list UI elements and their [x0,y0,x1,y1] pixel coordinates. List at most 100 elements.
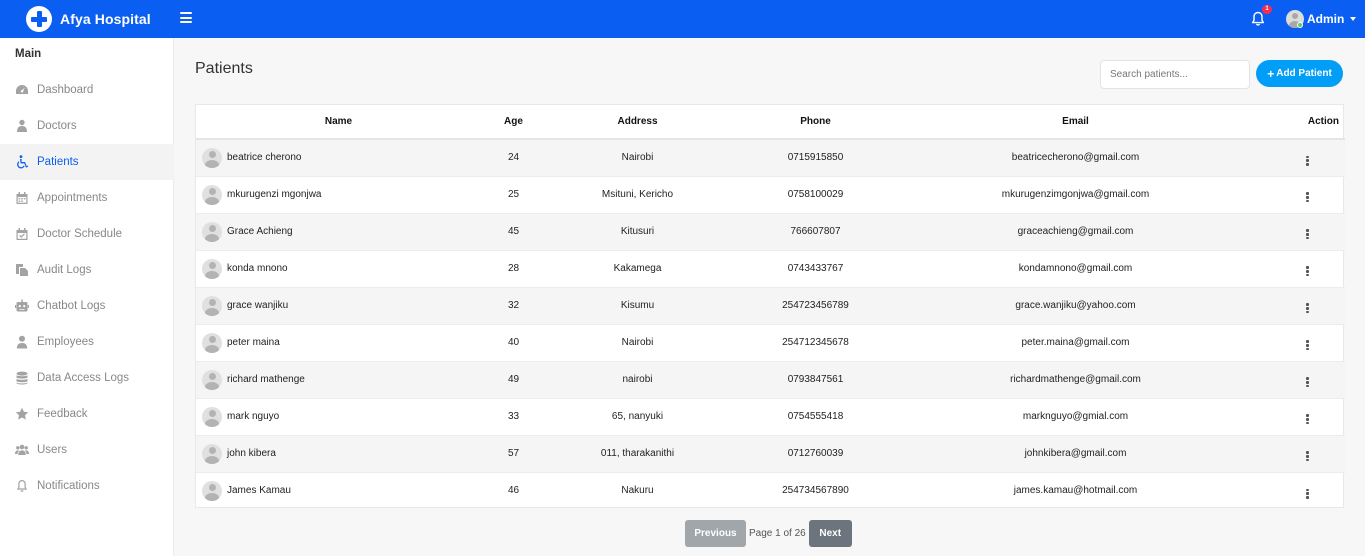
cell-email: james.kamau@hotmail.com [1013,485,1138,497]
notification-bell-icon[interactable] [1251,11,1265,27]
cell-address: Nairobi [546,324,729,362]
table-row[interactable]: grace wanjiku 32 Kisumu 254723456789 grace.w… [196,287,1345,325]
cell-email: graceachieng@gmail.com [902,213,1249,251]
cell-address: 65, nanyuki [546,398,729,436]
patient-avatar [202,369,222,390]
column-header-action: Action [1249,105,1345,140]
previous-page-button[interactable]: Previous [685,520,746,547]
more-actions-icon[interactable] [1305,414,1309,425]
sidebar-item-appointments[interactable]: Appointments [0,180,174,216]
cell-phone: 0793847561 [729,361,902,399]
cell-address: Nairobi [546,139,729,177]
cell-phone: 254712345678 [729,324,902,362]
table-row[interactable]: konda mnono 28 Kakamega 0743433767 kondamnon… [196,250,1345,288]
cell-phone: 0715915850 [729,139,902,177]
add-patient-label: Add Patient [1276,68,1332,79]
cell-name: grace wanjiku [196,287,481,325]
patients-table: Name Age Address Phone Email Action beat… [195,104,1345,509]
sidebar-item-users[interactable]: Users [0,432,174,468]
more-actions-icon[interactable] [1305,451,1309,462]
sidebar-item-chatbot-logs[interactable]: Chatbot Logs [0,288,174,324]
brand-name: Afya Hospital [60,11,151,27]
more-actions-icon[interactable] [1305,340,1309,351]
sidebar-item-audit-logs[interactable]: Audit Logs [0,252,174,288]
top-navbar: Afya Hospital 1 Admin [0,0,1365,38]
table-row[interactable]: mkurugenzi mgonjwa 25 Msituni, Kericho 0758… [196,176,1345,214]
cell-phone: 0712760039 [729,435,902,473]
cell-address: nairobi [546,361,729,399]
sidebar-item-employees[interactable]: Employees [0,324,174,360]
user-name: Admin [1307,12,1345,26]
sidebar-item-patients[interactable]: Patients [0,144,174,180]
copy-icon [15,263,29,277]
patient-avatar [202,480,222,501]
patient-link[interactable]: beatrice cherono [202,147,481,168]
column-header-address[interactable]: Address [546,105,729,140]
sidebar-item-label: Feedback [37,408,88,420]
patient-name: grace wanjiku [227,300,289,311]
wheelchair-icon [15,155,29,169]
cell-address: Kakamega [546,250,729,288]
cell-action [1249,361,1345,399]
patient-link[interactable]: richard mathenge [202,369,481,390]
table-row[interactable]: peter maina 40 Nairobi 254712345678 peter.ma… [196,324,1345,362]
table-row[interactable]: richard mathenge 49 nairobi 0793847561 richa… [196,361,1345,399]
table-row[interactable]: mark nguyo 33 65, nanyuki 0754555418 markngu… [196,398,1345,436]
patient-link[interactable]: peter maina [202,332,481,353]
brand-link[interactable]: Afya Hospital [26,6,151,32]
more-actions-icon[interactable] [1305,377,1309,388]
cell-email: mkurugenzimgonjwa@gmail.com [902,176,1249,214]
users-icon [15,443,29,457]
column-header-phone[interactable]: Phone [729,105,902,140]
add-patient-button[interactable]: + Add Patient [1256,60,1343,87]
next-page-button[interactable]: Next [808,520,852,547]
cell-email: grace.wanjiku@yahoo.com [902,287,1249,325]
column-header-email[interactable]: Email [902,105,1249,140]
cell-action [1249,472,1345,509]
more-actions-icon[interactable] [1305,303,1309,314]
patient-link[interactable]: grace wanjiku [202,295,481,316]
sidebar-item-data-access-logs[interactable]: Data Access Logs [0,360,174,396]
menu-toggle-icon[interactable] [180,12,192,23]
patient-link[interactable]: konda mnono [202,258,481,279]
more-actions-icon[interactable] [1305,229,1309,240]
patient-link[interactable]: john kibera [202,443,481,464]
table-row[interactable]: beatrice cherono 24 Nairobi 0715915850 beatr… [196,139,1345,177]
cell-action [1249,176,1345,214]
sidebar-item-dashboard[interactable]: Dashboard [0,72,174,108]
cell-phone: 254734567890 [782,485,849,497]
patient-link[interactable]: mark nguyo [202,406,481,427]
sidebar-item-label: Doctors [37,120,77,132]
column-header-age[interactable]: Age [481,105,546,140]
more-actions-icon[interactable] [1305,192,1309,203]
cell-age: 49 [481,361,546,399]
doctor-icon [15,119,29,133]
table-row[interactable]: Grace Achieng 45 Kitusuri 766607807 graceach… [196,213,1345,251]
sidebar-item-label: Notifications [37,480,100,492]
patient-link[interactable]: mkurugenzi mgonjwa [202,184,481,205]
cell-name: Grace Achieng [196,213,481,251]
patient-link[interactable]: James Kamau [202,480,481,501]
patient-avatar [202,147,222,168]
search-input[interactable] [1100,60,1250,89]
cell-age: 40 [481,324,546,362]
cell-name: beatrice cherono [196,139,481,177]
sidebar: Main Dashboard Doctors Patients Appointm… [0,38,174,556]
cell-age: 24 [481,139,546,177]
more-actions-icon[interactable] [1305,488,1309,499]
table-row[interactable]: James Kamau 46 Nakuru 254734567890 james.kam… [196,472,1345,509]
cell-address: Kisumu [546,287,729,325]
patient-name: James Kamau [227,485,291,497]
cell-name: mark nguyo [196,398,481,436]
sidebar-item-doctors[interactable]: Doctors [0,108,174,144]
cell-phone: 766607807 [729,213,902,251]
sidebar-item-doctor-schedule[interactable]: Doctor Schedule [0,216,174,252]
more-actions-icon[interactable] [1305,266,1309,277]
patient-link[interactable]: Grace Achieng [202,221,481,242]
sidebar-item-notifications[interactable]: Notifications [0,468,174,504]
column-header-name[interactable]: Name [196,105,481,140]
table-row[interactable]: john kibera 57 011, tharakanithi 0712760039… [196,435,1345,473]
patient-avatar [202,443,222,464]
more-actions-icon[interactable] [1305,155,1309,166]
sidebar-item-feedback[interactable]: Feedback [0,396,174,432]
